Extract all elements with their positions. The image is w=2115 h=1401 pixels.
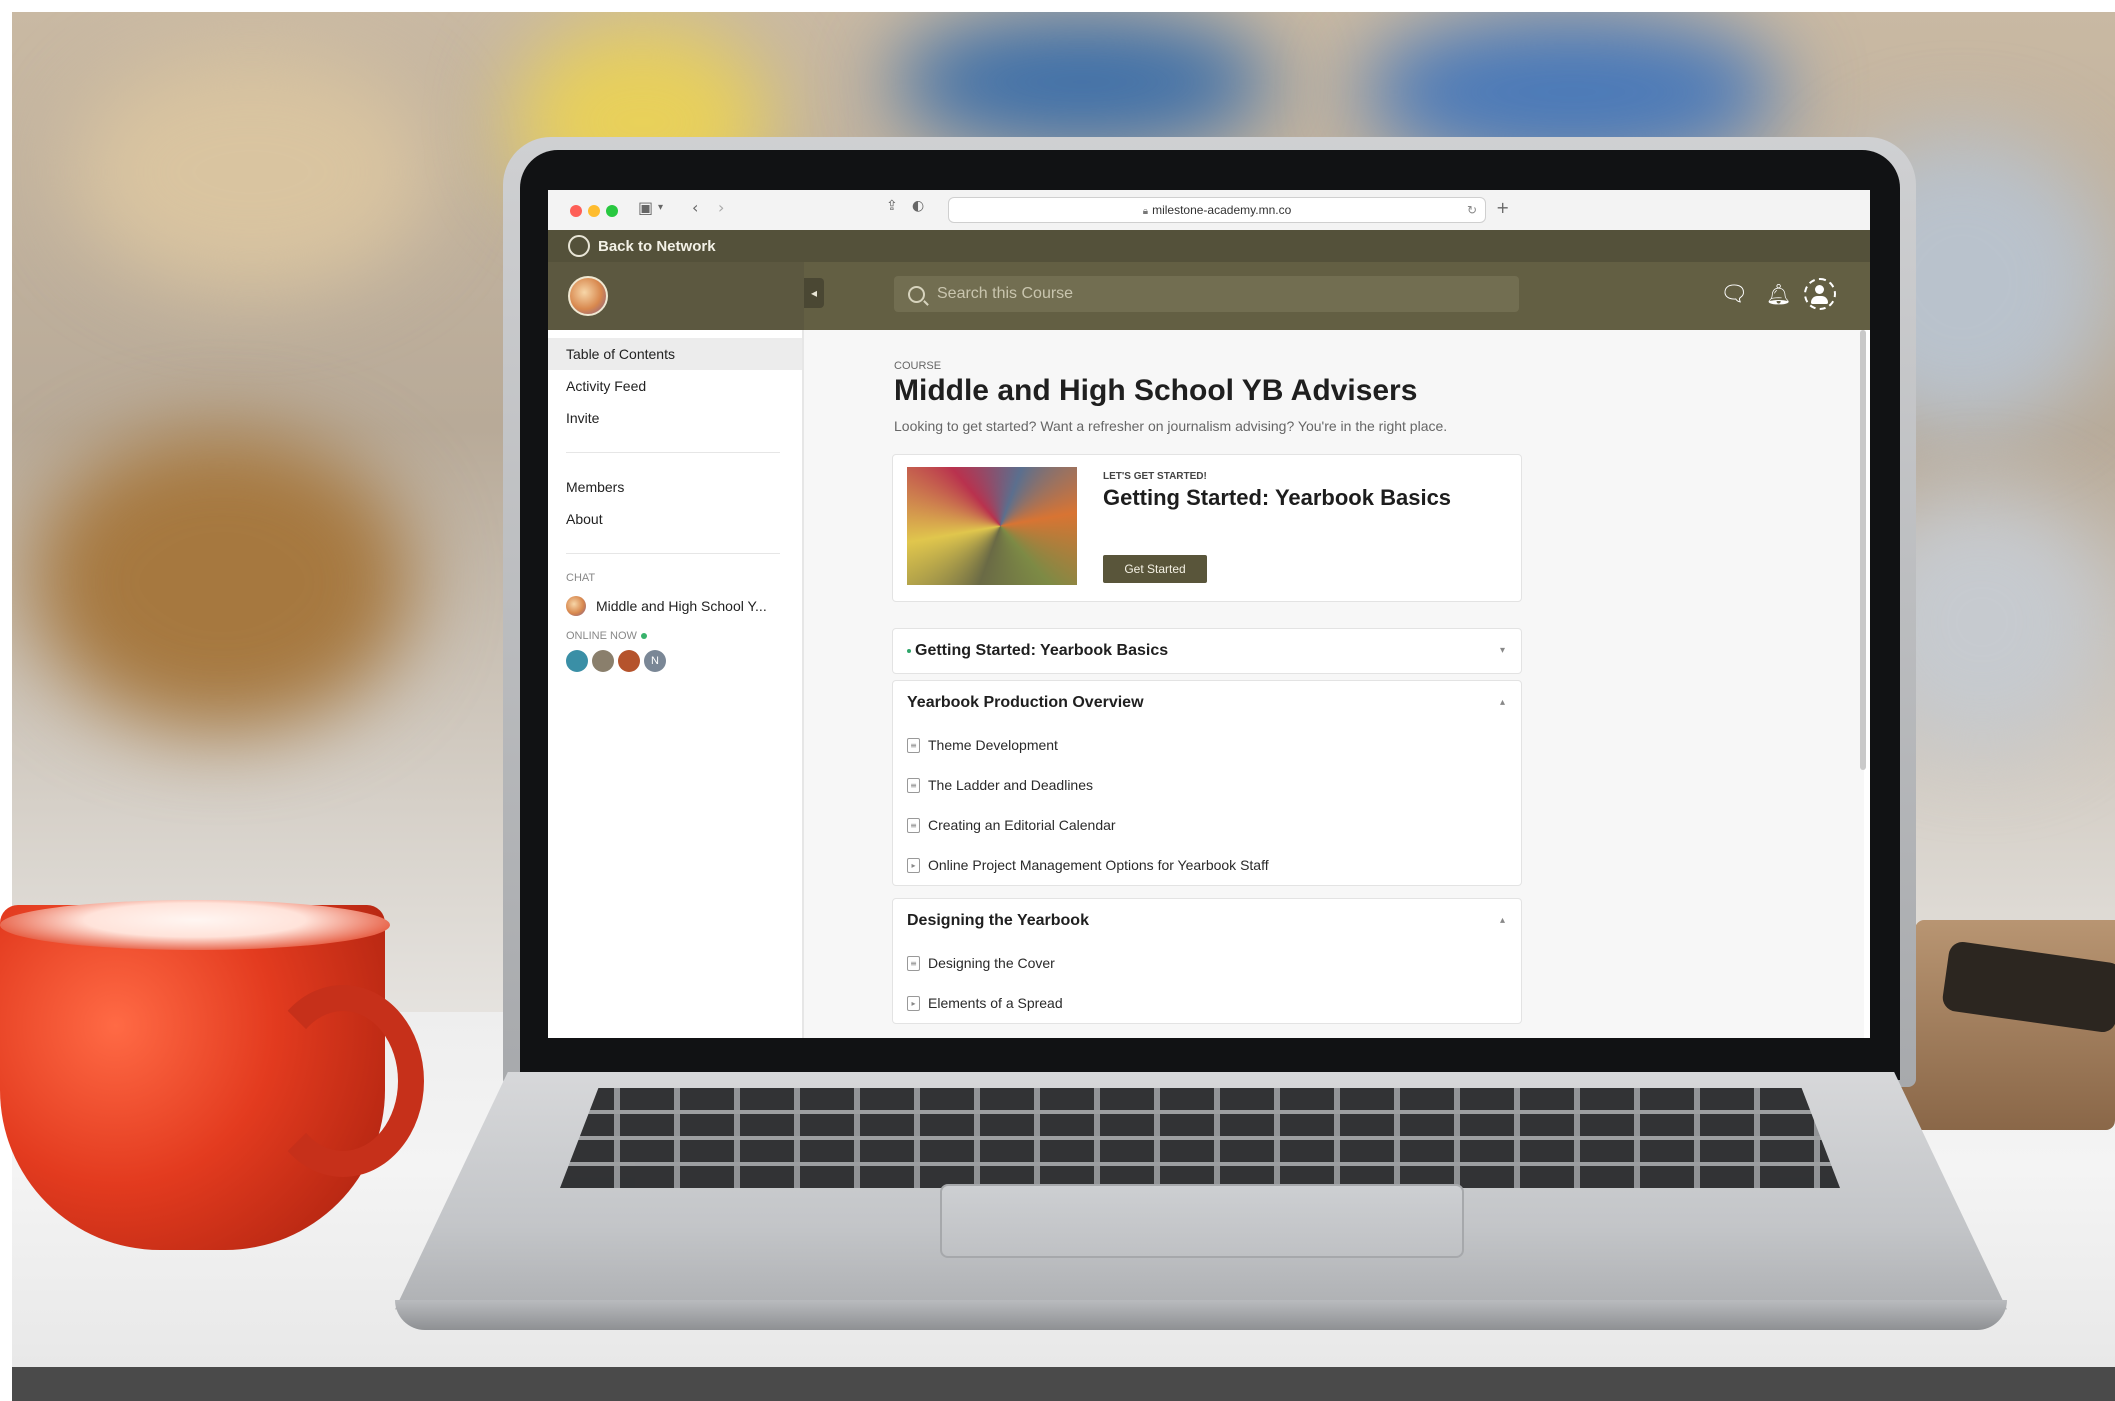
sidebar-item-activity-feed[interactable]: Activity Feed xyxy=(548,370,802,402)
desk-edge xyxy=(12,1367,2115,1401)
search-input[interactable] xyxy=(935,284,1499,304)
bell-icon[interactable]: 🔔︎ xyxy=(1766,282,1791,306)
laptop-screen: ▣ ▾ ‹ › ⇪ ◐ 🔒︎ milestone-academy.mn.co ↻ … xyxy=(548,190,1870,1038)
online-member-avatar[interactable] xyxy=(566,650,588,672)
search-icon xyxy=(908,285,925,303)
online-avatars: N xyxy=(548,650,802,672)
chevron-down-icon[interactable]: ▾ xyxy=(658,202,663,213)
chevron-up-icon[interactable]: ▴ xyxy=(1500,681,1505,725)
chevron-up-icon[interactable]: ▴ xyxy=(1500,899,1505,943)
coffee-mug-handle xyxy=(262,985,424,1177)
forward-arrow-icon[interactable]: › xyxy=(718,198,724,217)
reload-icon[interactable]: ↻ xyxy=(1467,198,1477,222)
hero-image xyxy=(907,467,1077,585)
page-title: Middle and High School YB Advisers xyxy=(894,374,1418,407)
section-header[interactable]: Designing the Yearbook ▴ xyxy=(893,899,1521,943)
section-title: Designing the Yearbook xyxy=(907,912,1089,929)
laptop-base-lip xyxy=(395,1300,2007,1330)
course-top-bar: ◂ 🗨︎ 🔔︎ xyxy=(548,262,1870,330)
lesson-title: Designing the Cover xyxy=(928,955,1055,971)
address-bar[interactable]: 🔒︎ milestone-academy.mn.co ↻ xyxy=(948,197,1486,223)
chat-item-label: Middle and High School Y... xyxy=(596,598,767,614)
network-bar: Back to Network xyxy=(548,230,1870,262)
chat-item[interactable]: Middle and High School Y... xyxy=(548,596,802,616)
lesson-title: Theme Development xyxy=(928,737,1058,753)
get-started-button[interactable]: Get Started xyxy=(1103,555,1207,583)
sidebar-divider xyxy=(566,452,780,453)
sidebar-item-about[interactable]: About xyxy=(548,503,802,535)
lesson-title: The Ladder and Deadlines xyxy=(928,777,1094,793)
progress-dot-icon xyxy=(907,648,911,653)
chat-avatar xyxy=(566,596,586,616)
online-now-label: ONLINE NOW xyxy=(548,630,802,642)
document-icon: ≡ xyxy=(907,955,920,971)
online-member-avatar[interactable] xyxy=(618,650,640,672)
back-arrow-icon[interactable]: ‹ xyxy=(692,198,698,217)
video-icon: ▸ xyxy=(907,995,920,1011)
section-getting-started: Getting Started: Yearbook Basics ▾ xyxy=(892,628,1522,674)
sidebar-toggle-icon[interactable]: ▣ xyxy=(638,198,653,217)
scrollbar[interactable] xyxy=(1860,330,1866,1030)
lesson-title: Online Project Management Options for Ye… xyxy=(928,857,1269,873)
document-icon: ≡ xyxy=(907,817,920,833)
video-icon: ▸ xyxy=(907,857,920,873)
sidebar: Table of Contents Activity Feed Invite M… xyxy=(548,330,804,1038)
scrollbar-thumb[interactable] xyxy=(1860,330,1866,770)
section-production-overview: Yearbook Production Overview ▴ ≡ Theme D… xyxy=(892,680,1522,886)
document-icon: ≡ xyxy=(907,777,920,793)
section-header[interactable]: Getting Started: Yearbook Basics ▾ xyxy=(893,629,1521,673)
section-title: Yearbook Production Overview xyxy=(907,694,1144,711)
sidebar-divider xyxy=(566,553,780,554)
network-logo-icon xyxy=(568,235,590,257)
course-kicker: COURSE xyxy=(894,360,942,372)
lesson-title: Creating an Editorial Calendar xyxy=(928,817,1116,833)
online-now-text: ONLINE NOW xyxy=(566,630,637,642)
sidebar-item-table-of-contents[interactable]: Table of Contents xyxy=(548,338,802,370)
chat-section-label: CHAT xyxy=(566,572,596,584)
chevron-down-icon[interactable]: ▾ xyxy=(1500,629,1505,673)
hero-kicker: LET'S GET STARTED! xyxy=(1103,471,1207,482)
document-icon: ≡ xyxy=(907,737,920,753)
course-avatar[interactable] xyxy=(568,276,608,316)
section-title: Getting Started: Yearbook Basics xyxy=(915,642,1169,659)
sidebar-item-invite[interactable]: Invite xyxy=(548,402,802,434)
zoom-window-button[interactable] xyxy=(606,205,618,217)
url-text: milestone-academy.mn.co xyxy=(1152,203,1292,217)
online-member-avatar[interactable]: N xyxy=(644,650,666,672)
lesson-title: Elements of a Spread xyxy=(928,995,1063,1011)
back-to-network-link[interactable]: Back to Network xyxy=(568,230,716,262)
main-content: COURSE Middle and High School YB Adviser… xyxy=(804,330,1864,1038)
lesson-item[interactable]: ≡ Designing the Cover xyxy=(893,943,1521,983)
course-subtitle: Looking to get started? Want a refresher… xyxy=(894,418,1448,434)
minimize-window-button[interactable] xyxy=(588,205,600,217)
share-icon[interactable]: ⇪ xyxy=(886,198,898,214)
collapse-sidebar-button[interactable]: ◂ xyxy=(804,278,824,308)
lock-icon: 🔒︎ xyxy=(1142,206,1149,217)
profile-icon[interactable] xyxy=(1804,278,1836,310)
laptop-trackpad xyxy=(940,1184,1464,1258)
coffee-mug-rim xyxy=(0,900,390,950)
browser-chrome: ▣ ▾ ‹ › ⇪ ◐ 🔒︎ milestone-academy.mn.co ↻ … xyxy=(548,190,1870,231)
privacy-shield-icon[interactable]: ◐ xyxy=(912,198,924,214)
section-header[interactable]: Yearbook Production Overview ▴ xyxy=(893,681,1521,725)
back-to-network-label: Back to Network xyxy=(598,237,716,255)
hero-card: LET'S GET STARTED! Getting Started: Year… xyxy=(892,454,1522,602)
online-indicator-icon xyxy=(640,633,647,639)
lesson-item[interactable]: ▸ Elements of a Spread xyxy=(893,983,1521,1023)
hero-title: Getting Started: Yearbook Basics xyxy=(1103,485,1452,510)
sidebar-item-members[interactable]: Members xyxy=(548,471,802,503)
online-member-avatar[interactable] xyxy=(592,650,614,672)
course-search[interactable] xyxy=(894,276,1519,312)
lesson-item[interactable]: ▸ Online Project Management Options for … xyxy=(893,845,1521,885)
lesson-item[interactable]: ≡ The Ladder and Deadlines xyxy=(893,765,1521,805)
lesson-item[interactable]: ≡ Theme Development xyxy=(893,725,1521,765)
new-tab-icon[interactable]: + xyxy=(1496,198,1509,217)
section-designing-yearbook: Designing the Yearbook ▴ ≡ Designing the… xyxy=(892,898,1522,1024)
lesson-item[interactable]: ≡ Creating an Editorial Calendar xyxy=(893,805,1521,845)
laptop-keyboard xyxy=(560,1088,1840,1188)
sidebar-header xyxy=(548,262,804,330)
messages-icon[interactable]: 🗨︎ xyxy=(1720,282,1748,307)
close-window-button[interactable] xyxy=(570,205,582,217)
